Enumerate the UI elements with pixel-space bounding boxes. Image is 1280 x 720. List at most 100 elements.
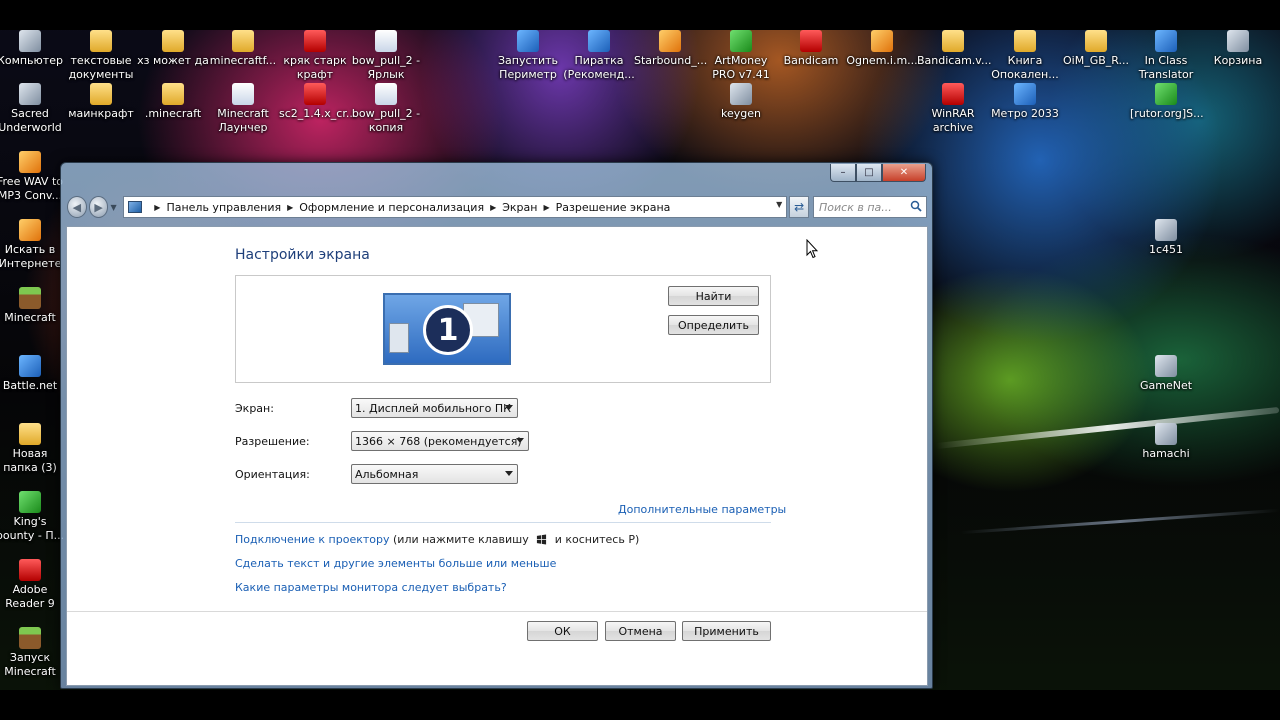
document-icon xyxy=(375,83,397,105)
folder-icon xyxy=(90,30,112,52)
resolution-select[interactable]: 1366 × 768 (рекомендуется) xyxy=(351,431,529,451)
desktop-icon-app[interactable]: Battle.net xyxy=(0,355,66,393)
projector-link[interactable]: Подключение к проектору xyxy=(235,533,390,546)
screen-label: Экран: xyxy=(235,402,274,415)
control-panel-icon xyxy=(128,201,143,213)
advanced-settings-link[interactable]: Дополнительные параметры xyxy=(618,503,786,516)
folder-icon xyxy=(1085,30,1107,52)
maximize-button[interactable]: □ xyxy=(856,164,882,182)
desktop-icon-folder[interactable]: Bandicam.v... xyxy=(917,30,991,68)
forward-button[interactable]: ▶ xyxy=(88,196,109,218)
desktop-icon-network[interactable]: 1c451 xyxy=(1130,219,1202,257)
breadcrumb-screen-resolution[interactable]: Разрешение экрана xyxy=(556,201,671,214)
desktop-icon-text-docs[interactable]: текстовые документы xyxy=(65,30,137,82)
desktop-icon-app[interactable]: Bandicam xyxy=(775,30,847,68)
refresh-button[interactable]: ⇄ xyxy=(789,196,810,218)
desktop-icon-app[interactable]: In Class Translator xyxy=(1130,30,1202,82)
desktop-icon-game[interactable]: Sacred Underworld xyxy=(0,83,66,135)
desktop-icon-game[interactable]: Пиратка (Рекоменд... xyxy=(563,30,635,82)
breadcrumb-arrow-icon[interactable]: ▶ xyxy=(490,203,496,212)
network-icon xyxy=(1155,355,1177,377)
apply-button[interactable]: Применить xyxy=(682,621,771,641)
pdf-icon xyxy=(19,559,41,581)
address-bar[interactable]: ▶ Панель управления ▶ Оформление и персо… xyxy=(123,196,788,218)
letterbox-bar xyxy=(0,690,1280,720)
desktop-icon-game[interactable]: Starbound_... xyxy=(634,30,707,68)
keygen-icon xyxy=(730,83,752,105)
desktop-icon-network[interactable]: GameNet xyxy=(1130,355,1202,393)
desktop-icon-folder[interactable]: OiM_GB_R... xyxy=(1060,30,1132,68)
orientation-select[interactable]: Альбомная xyxy=(351,464,518,484)
letterbox-bar xyxy=(0,0,1280,30)
desktop-icon-game[interactable]: King's bounty - П... xyxy=(0,491,66,543)
screen-resolution-panel: Настройки экрана 1 Найти Определить Экра… xyxy=(66,226,928,686)
computer-icon xyxy=(19,30,41,52)
breadcrumb-display[interactable]: Экран xyxy=(502,201,537,214)
monitor-thumbnail[interactable]: 1 xyxy=(383,293,511,365)
identify-button[interactable]: Определить xyxy=(668,315,759,335)
breadcrumb-control-panel[interactable]: Панель управления xyxy=(166,201,281,214)
desktop-icon-app[interactable]: ArtMoney PRO v7.41 xyxy=(705,30,777,82)
desktop-icon-archive[interactable]: кряк старк крафт xyxy=(279,30,351,82)
find-button[interactable]: Найти xyxy=(668,286,759,306)
folder-icon xyxy=(1014,30,1036,52)
minimize-button[interactable]: – xyxy=(830,164,856,182)
desktop-icon-network[interactable]: hamachi xyxy=(1130,423,1202,461)
folder-icon xyxy=(232,30,254,52)
breadcrumb-arrow-icon[interactable]: ▶ xyxy=(543,203,549,212)
monitor-number-badge: 1 xyxy=(423,305,473,355)
network-icon xyxy=(1155,423,1177,445)
ok-button[interactable]: ОК xyxy=(527,621,598,641)
desktop-icon-pdf[interactable]: Adobe Reader 9 xyxy=(0,559,66,611)
breadcrumb-arrow-icon[interactable]: ▶ xyxy=(154,203,160,212)
desktop-icon-folder[interactable]: маинкрафт xyxy=(65,83,137,121)
desktop-icon-game[interactable]: Запустить Периметр xyxy=(492,30,564,82)
folder-icon xyxy=(90,83,112,105)
back-button[interactable]: ◀ xyxy=(67,196,87,218)
close-button[interactable]: ✕ xyxy=(882,164,926,182)
text-size-link[interactable]: Сделать текст и другие элементы больше и… xyxy=(235,557,556,570)
desktop-icon-minecraft[interactable]: Запуск Minecraft xyxy=(0,627,66,679)
desktop-icon-folder[interactable]: Книга Опокален... xyxy=(989,30,1061,82)
chevron-down-icon xyxy=(505,471,513,476)
divider xyxy=(67,611,927,612)
folder-icon xyxy=(162,30,184,52)
desktop-icon-search[interactable]: Искать в Интернете xyxy=(0,219,66,271)
search-placeholder: Поиск в па... xyxy=(819,200,892,214)
orientation-label: Ориентация: xyxy=(235,468,310,481)
game-icon xyxy=(659,30,681,52)
desktop-icon-document[interactable]: Метро 2033 xyxy=(989,83,1061,121)
projector-hint: и коснитесь P) xyxy=(554,533,640,546)
screen-select[interactable]: 1. Дисплей мобильного ПК xyxy=(351,398,518,418)
search-icon xyxy=(19,219,41,241)
desktop-icon-app[interactable]: Ognem.i.m... xyxy=(846,30,918,68)
minecraft-icon xyxy=(19,287,41,309)
desktop-icon-computer[interactable]: Компьютер xyxy=(0,30,66,68)
desktop-icon-keygen[interactable]: keygen xyxy=(705,83,777,121)
game-icon xyxy=(588,30,610,52)
desktop-icon-shortcut[interactable]: bow_pull_2 - Ярлык xyxy=(350,30,422,82)
monitor-help-link[interactable]: Какие параметры монитора следует выбрать… xyxy=(235,581,507,594)
desktop-icon-document[interactable]: bow_pull_2 - копия xyxy=(350,83,422,135)
search-input[interactable]: Поиск в па... xyxy=(813,196,928,218)
desktop-icon-folder[interactable]: .minecraft xyxy=(137,83,209,121)
screen-select-value: 1. Дисплей мобильного ПК xyxy=(355,401,511,415)
desktop-icon-minecraft[interactable]: Minecraft xyxy=(0,287,66,325)
desktop-icon-folder[interactable]: хз может да xyxy=(137,30,209,68)
arrow-left-icon: ◀ xyxy=(72,200,82,214)
divider xyxy=(235,522,771,523)
desktop-icon-archive[interactable]: WinRAR archive xyxy=(917,83,989,135)
recent-pages-button[interactable]: ▼ xyxy=(110,203,119,212)
cancel-button[interactable]: Отмена xyxy=(605,621,676,641)
desktop-icon-recycle-bin[interactable]: Корзина xyxy=(1202,30,1274,68)
breadcrumb-arrow-icon[interactable]: ▶ xyxy=(287,203,293,212)
desktop-icon-torrent[interactable]: [rutor.org]S... xyxy=(1130,83,1204,121)
desktop-icon-folder[interactable]: minecraftf... xyxy=(207,30,279,68)
desktop-icon-archive[interactable]: sc2_1.4.x_cr... xyxy=(279,83,356,121)
search-icon[interactable] xyxy=(910,200,922,212)
breadcrumb-appearance[interactable]: Оформление и персонализация xyxy=(299,201,484,214)
desktop-icon-document[interactable]: Minecraft Лаунчер xyxy=(207,83,279,135)
desktop-icon-folder[interactable]: Новая папка (3) xyxy=(0,423,66,475)
desktop-icon-app[interactable]: Free WAV to MP3 Conv... xyxy=(0,151,66,203)
address-dropdown-icon[interactable]: ▼ xyxy=(776,200,782,209)
